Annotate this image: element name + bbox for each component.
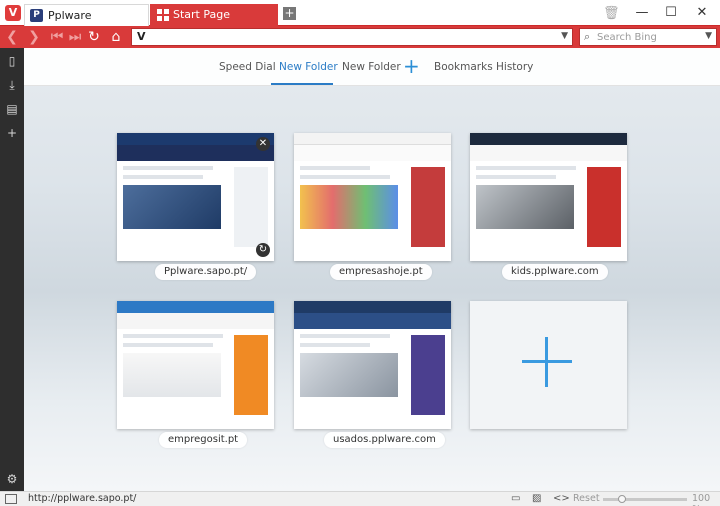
reload-icon[interactable]: ↻	[85, 28, 103, 46]
back-icon[interactable]: ❮	[3, 28, 21, 46]
zoom-slider[interactable]	[603, 498, 687, 501]
fast-forward-icon[interactable]: ⏭	[66, 28, 84, 46]
download-icon[interactable]: ⤓	[5, 78, 19, 92]
search-field[interactable]: ⌕ ▼	[579, 28, 717, 46]
close-window-button[interactable]: ✕	[690, 4, 714, 22]
bookmark-icon[interactable]: ▯	[5, 54, 19, 68]
speed-dial-tile-kids-pplware[interactable]	[470, 133, 627, 261]
rewind-icon[interactable]: ⏮	[48, 28, 66, 46]
tile-label: kids.pplware.com	[502, 264, 608, 280]
page-actions-icon[interactable]: <>	[553, 493, 570, 504]
tab-history[interactable]: History	[496, 61, 533, 73]
chevron-down-icon[interactable]: ▼	[705, 31, 712, 41]
add-folder-icon[interactable]: +	[403, 56, 420, 76]
tile-label: usados.pplware.com	[324, 432, 445, 448]
reload-icon[interactable]: ↻	[256, 243, 270, 257]
tile-label: Pplware.sapo.pt/	[155, 264, 257, 280]
speed-dial-tile-empregosit[interactable]	[117, 301, 274, 429]
speed-dial-tile-pplware[interactable]: ✕ ↻	[117, 133, 274, 261]
zoom-level: 100 %	[692, 493, 711, 506]
search-input[interactable]	[597, 30, 697, 44]
toggle-panel-icon[interactable]	[5, 494, 17, 504]
notes-icon[interactable]: ▤	[5, 102, 19, 116]
tab-start-page[interactable]: Start Page	[150, 4, 278, 26]
close-icon[interactable]: ✕	[256, 137, 270, 151]
speed-dial-tile-empresashoje[interactable]	[294, 133, 451, 261]
zoom-slider-knob[interactable]	[618, 495, 626, 503]
tab-bar: V P Pplware Start Page + 🗑 — ☐ ✕	[0, 0, 720, 26]
add-speed-dial-button[interactable]	[470, 301, 627, 429]
forward-icon[interactable]: ❯	[25, 28, 43, 46]
tab-title: Pplware	[48, 9, 92, 22]
new-tab-button[interactable]: +	[283, 7, 296, 20]
speed-dial-nav: Speed Dial New Folder New Folder + Bookm…	[24, 48, 720, 86]
home-icon[interactable]: ⌂	[107, 28, 125, 46]
status-url: http://pplware.sapo.pt/	[28, 493, 137, 504]
maximize-button[interactable]: ☐	[659, 4, 683, 22]
tab-bookmarks[interactable]: Bookmarks	[434, 61, 493, 73]
tile-windows-icon[interactable]: ▭	[511, 493, 520, 504]
tile-label: empregosit.pt	[159, 432, 248, 448]
add-panel-icon[interactable]: +	[5, 126, 19, 140]
search-icon: ⌕	[584, 30, 591, 43]
tab-pplware[interactable]: P Pplware	[24, 4, 149, 26]
gear-icon[interactable]: ⚙	[5, 472, 19, 486]
image-icon[interactable]: ▨	[532, 493, 541, 504]
vivaldi-menu-icon[interactable]: V	[5, 5, 21, 21]
address-toolbar: ❮ ❯ ⏮ ⏭ ↻ ⌂ V ▼ ⌕ ▼	[0, 26, 720, 48]
zoom-reset-button[interactable]: Reset	[573, 493, 600, 504]
tab-speed-dial[interactable]: Speed Dial	[219, 61, 276, 73]
tab-new-folder-1[interactable]: New Folder	[279, 61, 338, 73]
speed-dial-grid-icon	[157, 9, 169, 21]
tab-new-folder-2[interactable]: New Folder	[342, 61, 401, 73]
tab-title: Start Page	[173, 8, 230, 21]
active-tab-indicator	[271, 83, 333, 85]
trash-icon[interactable]: 🗑	[603, 7, 620, 20]
tile-label: empresashoje.pt	[330, 264, 432, 280]
minimize-button[interactable]: —	[630, 4, 654, 22]
plus-icon	[522, 337, 572, 387]
speed-dial-tile-usados-pplware[interactable]	[294, 301, 451, 429]
chevron-down-icon[interactable]: ▼	[561, 31, 568, 41]
side-panel: ▯ ⤓ ▤ + ⚙	[0, 48, 24, 491]
pplware-favicon-icon: P	[30, 9, 43, 22]
vivaldi-badge-icon: V	[137, 30, 146, 43]
status-bar: http://pplware.sapo.pt/ ▭ ▨ <> Reset 100…	[0, 491, 720, 506]
url-field[interactable]: V ▼	[131, 28, 573, 46]
speed-dial-page: Speed Dial New Folder New Folder + Bookm…	[24, 48, 720, 491]
